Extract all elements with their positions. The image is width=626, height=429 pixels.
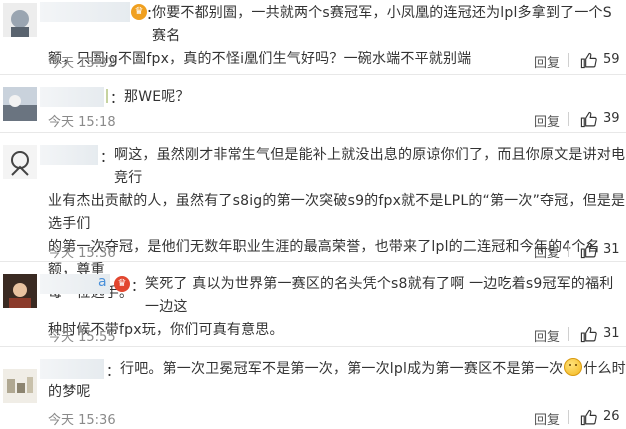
thumbs-up-icon[interactable] [580, 326, 597, 343]
thumbs-up-icon[interactable] [580, 409, 597, 426]
username[interactable] [40, 87, 104, 107]
avatar-image [3, 3, 37, 37]
reply-button[interactable]: 回复 [534, 326, 560, 345]
reply-button[interactable]: 回复 [534, 242, 560, 261]
comment-item: ： 那WE呢？ 今天 15:18 回复 39 [0, 75, 626, 132]
divider [568, 327, 569, 341]
divider [568, 243, 569, 257]
avatar-image [3, 87, 37, 121]
comment-time: 今天 15:36 [48, 246, 116, 261]
like-count: 31 [603, 242, 620, 257]
comment-item: ♛ ： 你要不都别圄，一共就两个s赛冠军，小凤凰的连冠还为lpl多拿到了一个S赛… [0, 0, 626, 74]
avatar-image [3, 369, 37, 403]
thumbs-up-icon[interactable] [580, 52, 597, 69]
comment-item: ： 啊这，虽然刚才非常生气但是能补上就没出息的原谅你们了，而且你原文是讲对电竞行… [0, 133, 626, 301]
avatar[interactable] [3, 369, 37, 403]
colon: ： [110, 91, 124, 107]
like-count: 31 [603, 326, 620, 341]
comment-time: 今天 15:36 [48, 413, 116, 428]
comment-item: a ♛ ： 笑死了 真以为世界第一赛区的名头凭个s8就有了啊 一边吃着s9冠军的… [0, 262, 626, 346]
thumbs-up-icon[interactable] [580, 242, 597, 259]
reply-button[interactable]: 回复 [534, 52, 560, 71]
reply-button[interactable]: 回复 [534, 111, 560, 130]
smile-emoji-icon [564, 358, 583, 376]
like-count: 39 [603, 111, 620, 126]
reply-button[interactable]: 回复 [534, 409, 560, 428]
thumbs-up-icon[interactable] [580, 111, 597, 128]
like-count: 26 [603, 409, 620, 424]
avatar[interactable] [3, 274, 37, 308]
avatar[interactable] [3, 3, 37, 37]
like-count: 59 [603, 52, 620, 67]
comment-time: 今天 15:18 [48, 115, 116, 130]
comment-text: 那WE呢？ [124, 89, 190, 105]
comment-feed: ♛ ： 你要不都别圄，一共就两个s赛冠军，小凤凰的连冠还为lpl多拿到了一个S赛… [0, 0, 626, 429]
comment-item: ： 行吧。第一次卫冕冠军不是第一次，第一次lpl成为第一赛区不是第一次什么时候做… [0, 347, 626, 429]
comment-text: 行吧。第一次卫冕冠军不是第一次，第一次lpl成为第一赛区不是第一次什么时候做 的… [48, 358, 626, 404]
name-bar [106, 89, 108, 103]
divider [568, 410, 569, 424]
comment-time: 今天 15:32 [48, 56, 116, 71]
divider [568, 53, 569, 67]
avatar[interactable] [3, 87, 37, 121]
avatar[interactable] [3, 145, 37, 179]
avatar-image [3, 274, 37, 308]
divider [568, 112, 569, 126]
avatar-image [3, 145, 37, 179]
comment-time: 今天 15:55 [48, 330, 116, 345]
